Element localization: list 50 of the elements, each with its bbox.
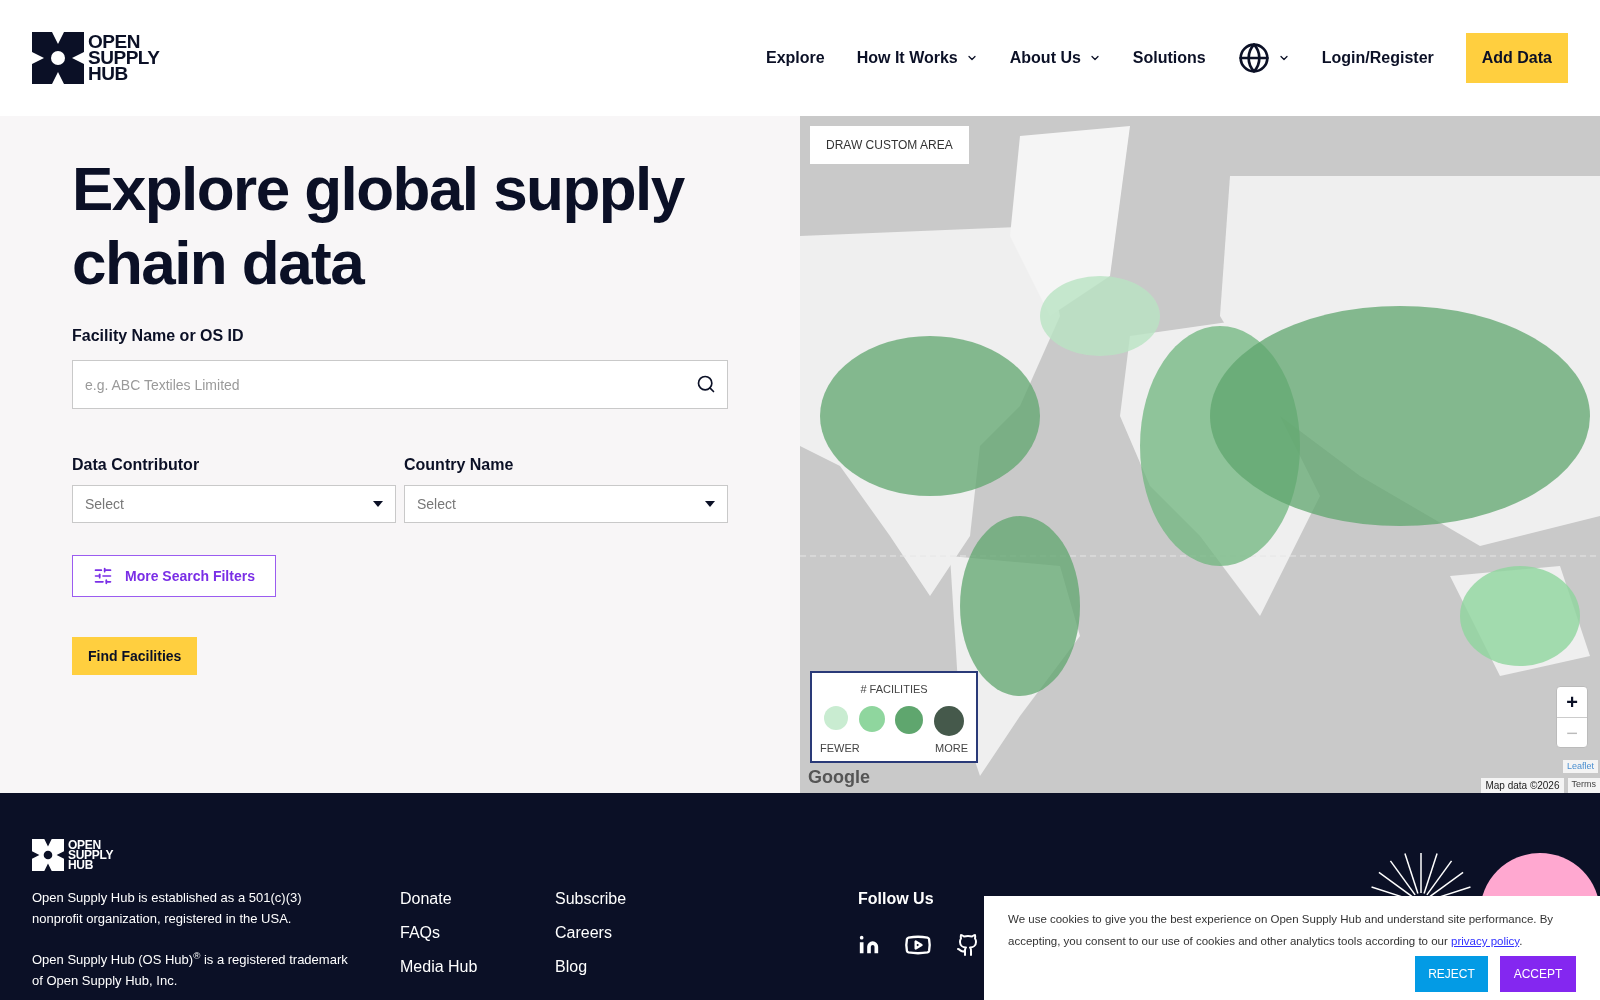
map-attribution: Map data ©2026 [1481, 778, 1564, 793]
logo-text: SUPPLY [68, 849, 114, 861]
google-logo: Google [808, 766, 870, 789]
footer-link[interactable]: Donate [400, 887, 555, 911]
select-dropdown[interactable]: Select [404, 485, 728, 523]
github-icon[interactable] [956, 933, 980, 957]
accept-button[interactable]: ACCEPT [1500, 956, 1576, 992]
footer-link[interactable]: FAQs [400, 921, 555, 945]
language-selector[interactable] [1237, 42, 1290, 74]
footer-link[interactable]: Subscribe [555, 887, 858, 911]
logo-icon [32, 32, 84, 84]
nav-link[interactable]: Solutions [1132, 46, 1206, 70]
login-link[interactable]: Login/Register [1321, 46, 1434, 70]
footer-link[interactable]: Blog [555, 955, 858, 979]
logo-text: HUB [68, 860, 94, 871]
draw-area-button[interactable]: DRAW CUSTOM AREA [810, 126, 969, 164]
logo-icon [32, 839, 64, 871]
field-label: Country Name [404, 455, 515, 475]
nav-link[interactable]: How It Works [856, 46, 978, 70]
zoom-in-button[interactable]: + [1557, 687, 1587, 717]
sliders-icon [93, 566, 113, 586]
footer-text: Open Supply Hub (OS Hub)$^{®}$ is a registered trademark of Open Supply Hub, Inc. [32, 949, 349, 990]
logo-text: SUPPLY [88, 49, 160, 67]
footer-text: Open Supply Hub is established as a 501(c)(3) nonprofit organization, registered in the USA. [32, 889, 303, 928]
nav-link[interactable]: About Us [1009, 46, 1101, 70]
logo-text: OPEN [68, 839, 101, 850]
select-dropdown[interactable]: Select [72, 485, 396, 523]
caret-icon [705, 501, 715, 507]
add-data-button[interactable]: Add Data [1465, 33, 1568, 83]
globe-icon [1237, 42, 1270, 74]
more-filters-button[interactable]: More Search Filters [72, 555, 276, 597]
legend-title: # FACILITIES [860, 682, 928, 697]
field-label: Facility Name or OS ID [72, 326, 245, 346]
nav-link[interactable]: Explore [766, 46, 825, 70]
caret-icon [373, 501, 383, 507]
search-icon [696, 374, 716, 394]
logo-text: OPEN [88, 33, 140, 50]
footer-link[interactable]: Careers [555, 921, 858, 945]
legend-label: MORE [935, 740, 968, 756]
logo-text: HUB [88, 66, 128, 83]
page-title: Explore global supply chain data [72, 153, 686, 299]
cookie-text: We use cookies to give you the best experience on Open Supply Hub and understand site performance. By accepting, you consent to our use of cookies and other analytics tools according to our privacy policy. [1008, 912, 1555, 949]
legend-label: FEWER [820, 740, 860, 756]
search-field[interactable]: e.g. ABC Textiles Limited [72, 360, 728, 409]
footer-link[interactable]: Media Hub [400, 955, 555, 979]
terms-link[interactable]: Terms [1567, 778, 1600, 793]
linkedin-icon[interactable] [858, 934, 880, 956]
find-facilities-button[interactable]: Find Facilities [72, 637, 198, 675]
field-label: Data Contributor [72, 455, 201, 475]
follow-heading: Follow Us [858, 889, 935, 909]
